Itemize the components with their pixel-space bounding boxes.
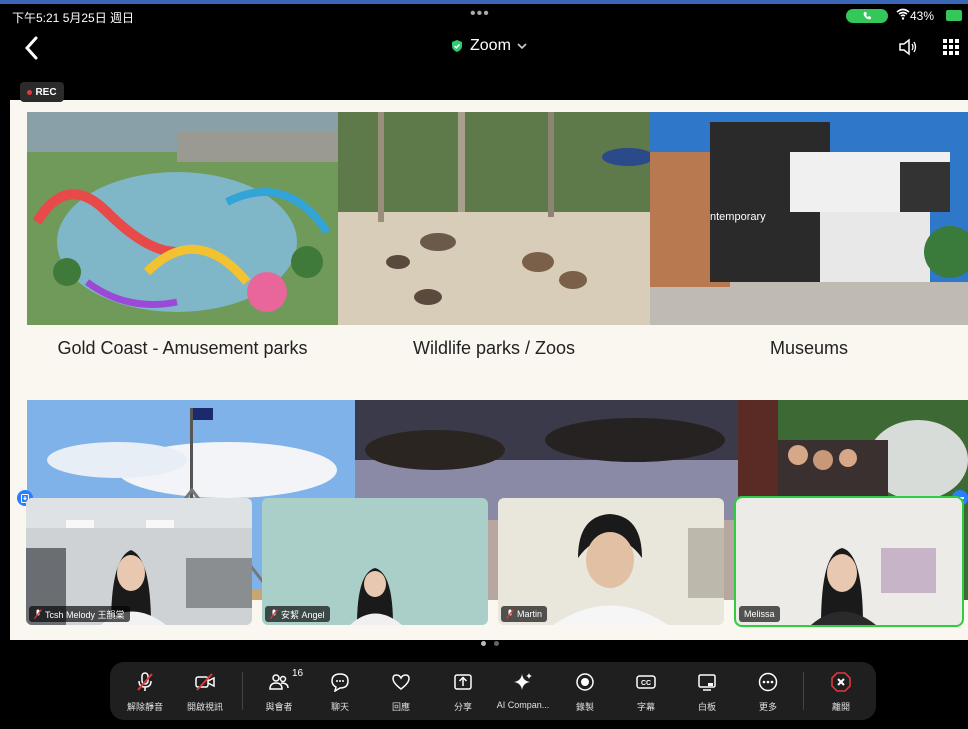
whiteboard-button[interactable]: 白板 bbox=[676, 662, 738, 720]
back-chevron-icon[interactable] bbox=[22, 34, 42, 62]
record-icon bbox=[576, 673, 594, 691]
caption-amusement: Gold Coast - Amusement parks bbox=[57, 338, 308, 358]
wildlife-park-photo bbox=[338, 112, 650, 325]
captions-button[interactable]: CC 字幕 bbox=[615, 662, 677, 720]
shield-check-icon bbox=[452, 40, 462, 52]
heart-icon bbox=[392, 674, 410, 690]
chat-icon bbox=[331, 673, 349, 692]
leave-icon bbox=[831, 672, 851, 692]
status-bar: 下午5:21 5月25日 週日 ••• 43% bbox=[0, 4, 968, 26]
toolbar-divider bbox=[242, 672, 243, 710]
react-button[interactable]: 回應 bbox=[370, 662, 432, 720]
participant-name-tag: Melissa bbox=[739, 606, 780, 622]
wifi-icon bbox=[896, 8, 910, 20]
participants-count: 16 bbox=[292, 668, 304, 679]
call-indicator[interactable] bbox=[846, 9, 888, 23]
muted-mic-icon bbox=[506, 609, 514, 619]
video-tile-active-speaker[interactable]: Melissa bbox=[734, 496, 964, 627]
rec-dot-icon bbox=[27, 89, 33, 95]
rec-label: REC bbox=[35, 86, 57, 98]
museum-sign-text: ntemporary bbox=[710, 211, 766, 223]
participant-name-tag: Martin bbox=[501, 606, 548, 622]
multitask-dots[interactable]: ••• bbox=[470, 5, 490, 23]
recording-badge: REC bbox=[20, 82, 64, 102]
phone-icon bbox=[863, 12, 871, 20]
battery-icon bbox=[946, 10, 962, 21]
video-tile[interactable]: Tcsh Melody 王韻棠 bbox=[26, 498, 252, 625]
video-tile[interactable]: 安絜 Angel bbox=[262, 498, 488, 625]
unmute-button[interactable]: 解除靜音 bbox=[114, 662, 176, 720]
chat-button[interactable]: 聊天 bbox=[309, 662, 371, 720]
more-icon bbox=[758, 672, 778, 692]
page-indicator[interactable] bbox=[481, 641, 499, 646]
caption-wildlife: Wildlife parks / Zoos bbox=[412, 338, 576, 358]
nav-bar: Zoom bbox=[0, 26, 968, 72]
leave-button[interactable]: 離開 bbox=[810, 662, 872, 720]
whiteboard-icon bbox=[698, 674, 716, 691]
participant-name-tag: Tcsh Melody 王韻棠 bbox=[29, 606, 130, 622]
chevron-down-icon bbox=[517, 43, 527, 50]
sparkle-icon bbox=[514, 673, 532, 690]
ai-companion-button[interactable]: AI Compan... bbox=[492, 662, 554, 720]
amusement-park-photo bbox=[27, 112, 338, 325]
museum-photo: ntemporary bbox=[650, 112, 968, 325]
toolbar-divider bbox=[803, 672, 804, 710]
muted-mic-icon bbox=[34, 609, 42, 619]
speaker-icon[interactable] bbox=[897, 37, 919, 57]
participants-icon bbox=[269, 674, 289, 690]
video-tile[interactable]: Martin bbox=[498, 498, 724, 625]
muted-mic-icon bbox=[270, 609, 278, 619]
participant-strip: Tcsh Melody 王韻棠 安絜 Angel Martin Melissa bbox=[0, 490, 968, 628]
svg-text:CC: CC bbox=[641, 680, 651, 687]
closed-captions-icon: CC bbox=[636, 675, 656, 689]
record-button[interactable]: 錄製 bbox=[554, 662, 616, 720]
share-screen-icon bbox=[454, 674, 472, 690]
muted-mic-icon bbox=[137, 672, 153, 691]
page-dot-active bbox=[481, 641, 486, 646]
app-title: Zoom bbox=[470, 37, 511, 54]
share-button[interactable]: 分享 bbox=[432, 662, 494, 720]
status-time: 下午5:21 5月25日 週日 bbox=[12, 11, 135, 25]
participant-name-tag: 安絜 Angel bbox=[265, 606, 330, 622]
meeting-toolbar: 解除靜音 開啟視訊 16 與會者 聊天 回應 分享 AI Compan... 錄… bbox=[110, 662, 876, 720]
battery-percent: 43% bbox=[910, 9, 935, 23]
view-grid-icon[interactable] bbox=[943, 39, 959, 55]
start-video-button[interactable]: 開啟視訊 bbox=[174, 662, 236, 720]
more-button[interactable]: 更多 bbox=[737, 662, 799, 720]
meeting-title[interactable]: Zoom bbox=[450, 37, 527, 55]
participants-button[interactable]: 16 與會者 bbox=[248, 662, 310, 720]
page-dot bbox=[494, 641, 499, 646]
video-off-icon bbox=[195, 673, 215, 691]
caption-museums: Museums bbox=[769, 338, 849, 358]
